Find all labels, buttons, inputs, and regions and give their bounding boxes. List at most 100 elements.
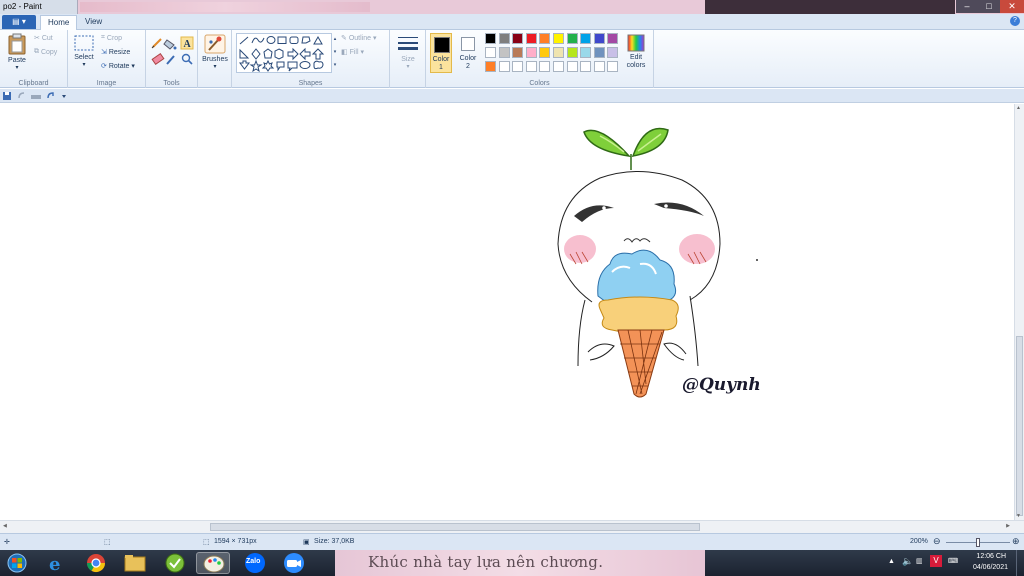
minimize-button[interactable]: – [956,0,978,13]
canvas-workspace[interactable]: @Quynh [0,104,1014,520]
drawing-canvas[interactable]: @Quynh [0,104,1014,520]
palette-swatch[interactable] [498,47,510,58]
save-icon[interactable] [3,92,11,100]
show-desktop-button[interactable] [1016,550,1024,576]
size-button[interactable]: Size ▾ [396,34,420,70]
palette-swatch[interactable] [539,61,551,72]
app-green-icon [165,553,185,573]
palette-swatch[interactable] [566,47,578,58]
palette-swatch[interactable] [607,61,619,72]
scroll-up-icon[interactable]: ▲ [1016,105,1021,111]
clock-time[interactable]: 12:06 CH [976,553,1006,560]
resize-button[interactable]: ⇲ Resize [101,48,130,56]
scroll-down-icon[interactable]: ▼ [1016,513,1021,519]
paste-button[interactable]: Paste ▾ [3,33,31,71]
fill-button[interactable]: ◧ Fill ▾ [341,48,364,56]
vertical-scroll-thumb[interactable] [1016,336,1023,516]
file-explorer-taskbar-button[interactable] [118,552,152,574]
tab-home[interactable]: Home [40,15,78,30]
palette-swatch[interactable] [593,33,605,44]
scroll-left-icon[interactable]: ◀ [3,523,7,529]
rotate-button[interactable]: ⟳ Rotate ▾ [101,62,135,70]
clock-date[interactable]: 04/06/2021 [973,564,1008,571]
close-button[interactable]: ✕ [1000,0,1024,13]
paint-taskbar-button[interactable] [196,552,230,574]
palette-swatch[interactable] [485,33,496,44]
outline-icon: ✎ [341,35,347,43]
help-icon[interactable]: ? [1010,16,1020,26]
magnifier-icon[interactable] [181,53,193,65]
volume-icon[interactable]: 🔈 [902,556,913,567]
palette-swatch[interactable] [539,47,551,58]
palette-swatch[interactable] [566,61,578,72]
color1-swatch [434,37,450,53]
vivaldi-tray-icon[interactable]: V [930,555,942,567]
palette-swatch[interactable] [607,47,619,58]
hexagon-shape-icon [274,48,284,60]
horizontal-scrollbar[interactable]: ◀ ▶ [0,520,1024,533]
redo-icon[interactable] [47,92,54,99]
customize-toolbar-icon[interactable] [62,95,66,98]
shapes-scroll[interactable]: ▴ ▾ ▾ [332,33,338,73]
zoom-app-taskbar-button[interactable] [277,552,311,574]
palette-swatch[interactable] [580,33,592,44]
palette-swatch[interactable] [485,47,496,58]
palette-swatch[interactable] [498,33,510,44]
shapes-gallery[interactable] [236,33,332,73]
undo-icon[interactable] [18,92,25,99]
maximize-button[interactable]: □ [978,0,1000,13]
palette-swatch[interactable] [580,61,592,72]
palette-swatch[interactable] [498,61,510,72]
palette-swatch[interactable] [593,61,605,72]
ice-cream-cone-drawing [617,329,665,398]
brushes-button[interactable]: Brushes ▾ [201,34,229,70]
crop-button[interactable]: ⌗ Crop [101,34,122,42]
cut-button[interactable]: ✂ Cut [34,34,53,42]
palette-swatch[interactable] [512,61,524,72]
palette-swatch[interactable] [553,47,564,58]
zoom-in-icon[interactable]: ⊕ [1012,536,1020,547]
pencil-icon[interactable] [151,38,162,49]
color-picker-icon[interactable] [166,55,175,65]
palette-swatch[interactable] [525,33,537,44]
scroll-right-icon[interactable]: ▶ [1006,523,1010,529]
horizontal-scroll-thumb[interactable] [210,523,700,531]
palette-swatch[interactable] [580,47,592,58]
network-icon[interactable]: ▥ [916,557,923,565]
palette-swatch[interactable] [553,61,564,72]
palette-swatch[interactable] [539,33,551,44]
show-hidden-icons-icon[interactable]: ▲ [888,558,895,565]
color2-swatch[interactable] [461,37,475,51]
zoom-out-icon[interactable]: ⊖ [933,536,941,547]
palette-swatch[interactable] [485,61,496,72]
copy-button[interactable]: ⧉ Copy [34,48,57,56]
greenshot-taskbar-button[interactable] [158,552,192,574]
zalo-taskbar-button[interactable]: Zalo [238,552,272,574]
unikey-tray-icon[interactable]: ⌨ [948,557,958,565]
fill-bucket-icon[interactable] [163,39,177,50]
tab-view[interactable]: View [78,15,109,30]
color1-button[interactable]: Color 1 [430,33,452,73]
palette-swatch[interactable] [512,47,524,58]
print-icon[interactable] [31,95,41,99]
palette-swatch[interactable] [553,33,564,44]
internet-explorer-taskbar-button[interactable]: e [40,552,74,575]
palette-swatch[interactable] [512,33,524,44]
palette-swatch[interactable] [525,47,537,58]
chrome-taskbar-button[interactable] [79,552,113,574]
palette-swatch[interactable] [593,47,605,58]
start-button[interactable] [2,552,32,574]
text-tool-icon[interactable]: A [180,36,194,50]
zoom-slider-thumb[interactable] [976,538,980,547]
cursor-position-icon: ✛ [4,539,10,546]
outline-button[interactable]: ✎ Outline ▾ [341,34,376,42]
palette-swatch[interactable] [607,33,619,44]
vertical-scrollbar[interactable]: ▲ ▼ [1014,104,1024,520]
palette-swatch[interactable] [566,33,578,44]
eraser-icon[interactable] [151,52,165,66]
palette-swatch[interactable] [525,61,537,72]
select-button[interactable]: Select ▾ [72,34,96,68]
edit-colors-button[interactable]: Edit colors [622,34,650,70]
color2-label: Color 2 [459,55,477,70]
file-menu-button[interactable]: ▤ ▾ [2,15,36,29]
